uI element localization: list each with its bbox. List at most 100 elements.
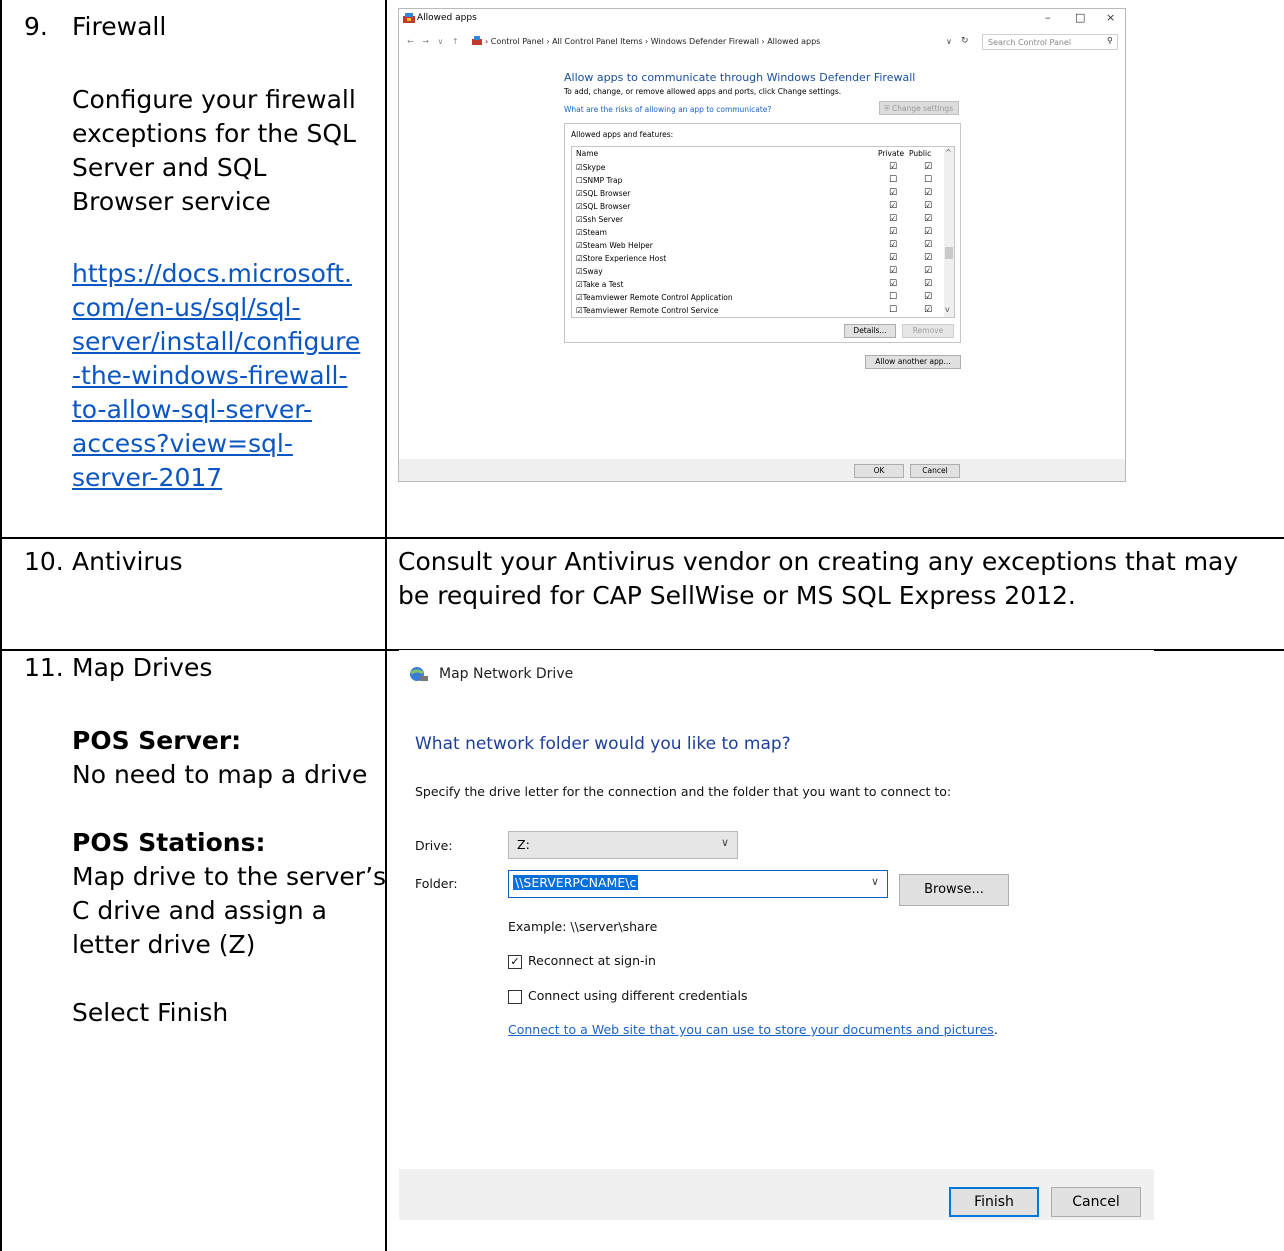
remove-button[interactable]: Remove <box>902 324 954 338</box>
scrollbar[interactable]: ^ v <box>944 147 954 317</box>
app-name[interactable]: ☑Skype <box>576 163 605 172</box>
app-row[interactable]: ☑Ssh Server ☑ ☑ <box>572 214 942 227</box>
change-settings-button[interactable]: ⛨ Change settings <box>879 101 959 115</box>
app-name[interactable]: ☑Steam <box>576 228 607 237</box>
different-credentials-label[interactable]: Connect using different credentials <box>528 988 747 1003</box>
table-border-left <box>0 0 2 1251</box>
public-checkbox[interactable]: ☑ <box>924 214 932 224</box>
public-checkbox[interactable]: ☑ <box>924 292 932 302</box>
link-line[interactable]: server-2017 <box>72 463 222 492</box>
private-checkbox[interactable]: ☑ <box>889 188 897 198</box>
apps-list[interactable]: Name Private Public ☑Skype ☑ ☑ ☐SNMP Trap ☐ ☐… <box>571 146 955 318</box>
private-checkbox[interactable]: ☑ <box>889 227 897 237</box>
link-line[interactable]: -the-windows-firewall- <box>72 361 348 390</box>
app-row[interactable]: ☑Steam ☑ ☑ <box>572 227 942 240</box>
refresh-icon[interactable]: ↻ <box>961 36 969 46</box>
private-checkbox[interactable]: ☑ <box>889 214 897 224</box>
scrollbar-thumb[interactable] <box>945 247 953 259</box>
link-line[interactable]: to-allow-sql-server- <box>72 395 312 424</box>
group-label: Allowed apps and features: <box>571 130 674 139</box>
details-button[interactable]: Details... <box>844 324 896 338</box>
app-row[interactable]: ☑Teamviewer Remote Control Application ☐ ☑ <box>572 292 942 305</box>
app-row[interactable]: ☑Store Experience Host ☑ ☑ <box>572 253 942 266</box>
public-checkbox[interactable]: ☑ <box>924 279 932 289</box>
public-checkbox[interactable]: ☑ <box>924 266 932 276</box>
app-name[interactable]: ☑Sway <box>576 267 603 276</box>
breadcrumb[interactable]: › Control Panel › All Control Panel Item… <box>485 37 820 46</box>
app-row[interactable]: ☐SNMP Trap ☐ ☐ <box>572 175 942 188</box>
private-checkbox[interactable]: ☑ <box>889 201 897 211</box>
public-checkbox[interactable]: ☑ <box>924 240 932 250</box>
cancel-button[interactable]: Cancel <box>1051 1187 1141 1217</box>
app-row[interactable]: ☑Teamviewer Remote Control Service ☐ ☑ <box>572 305 942 317</box>
list-header: Name Private Public <box>572 147 954 160</box>
minimize-button[interactable]: – <box>1045 11 1051 24</box>
different-credentials-checkbox[interactable] <box>508 990 522 1004</box>
app-row[interactable]: ☑Sway ☑ ☑ <box>572 266 942 279</box>
map-drives-instructions: POS Server: No need to map a drive POS S… <box>72 724 386 1030</box>
ok-button[interactable]: OK <box>854 464 904 478</box>
app-row[interactable]: ☑Take a Test ☑ ☑ <box>572 279 942 292</box>
close-button[interactable]: × <box>1106 11 1115 24</box>
maximize-button[interactable]: □ <box>1075 11 1085 24</box>
app-name[interactable]: ☑Teamviewer Remote Control Service <box>576 306 718 315</box>
link-line[interactable]: access?view=sql- <box>72 429 293 458</box>
reconnect-checkbox[interactable]: ✓ <box>508 955 522 969</box>
private-checkbox[interactable]: ☑ <box>889 253 897 263</box>
link-line[interactable]: https://docs.microsoft. <box>72 259 352 288</box>
public-checkbox[interactable]: ☑ <box>924 253 932 263</box>
nav-arrows-icon[interactable]: ← → ∨ ↑ <box>407 37 462 46</box>
reconnect-label[interactable]: Reconnect at sign-in <box>528 953 656 968</box>
app-name[interactable]: ☑SQL Browser <box>576 202 630 211</box>
app-row[interactable]: ☑SQL Browser ☑ ☑ <box>572 188 942 201</box>
private-checkbox[interactable]: ☑ <box>889 266 897 276</box>
folder-input[interactable]: \\SERVERPCNAME\c ∨ <box>508 870 888 898</box>
risk-link[interactable]: What are the risks of allowing an app to… <box>564 105 771 114</box>
chevron-down-icon[interactable]: ∨ <box>946 37 952 46</box>
chevron-down-icon[interactable]: ∨ <box>871 875 879 888</box>
public-checkbox[interactable]: ☑ <box>924 188 932 198</box>
app-row[interactable]: ☑SQL Browser ☑ ☑ <box>572 201 942 214</box>
private-checkbox[interactable]: ☑ <box>889 162 897 172</box>
public-checkbox[interactable]: ☑ <box>924 201 932 211</box>
drive-select[interactable]: Z: ∨ <box>508 831 738 859</box>
app-name[interactable]: ☑Store Experience Host <box>576 254 666 263</box>
document-page: 9. Firewall Configure your firewall excep… <box>0 0 1284 1251</box>
column-header-public[interactable]: Public <box>909 149 931 158</box>
chevron-up-icon[interactable]: ^ <box>945 148 952 157</box>
private-checkbox[interactable]: ☑ <box>889 240 897 250</box>
app-row[interactable]: ☑Steam Web Helper ☑ ☑ <box>572 240 942 253</box>
public-checkbox[interactable]: ☑ <box>924 162 932 172</box>
app-name[interactable]: ☐SNMP Trap <box>576 176 622 185</box>
firewall-docs-link[interactable]: https://docs.microsoft. com/en-us/sql/sq… <box>72 257 360 495</box>
private-checkbox[interactable]: ☐ <box>889 305 897 315</box>
allow-another-app-button[interactable]: Allow another app... <box>865 355 961 369</box>
private-checkbox[interactable]: ☑ <box>889 279 897 289</box>
public-checkbox[interactable]: ☐ <box>924 175 932 185</box>
firewall-shield-icon <box>403 13 415 23</box>
app-row[interactable]: ☑Skype ☑ ☑ <box>572 162 942 175</box>
public-checkbox[interactable]: ☑ <box>924 227 932 237</box>
public-checkbox[interactable]: ☑ <box>924 305 932 315</box>
description-line: Server and SQL <box>72 153 267 182</box>
app-name[interactable]: ☑Take a Test <box>576 280 623 289</box>
search-icon[interactable]: ⚲ <box>1107 36 1113 45</box>
column-header-name[interactable]: Name <box>576 149 598 158</box>
app-name[interactable]: ☑Steam Web Helper <box>576 241 653 250</box>
link-line[interactable]: com/en-us/sql/sql- <box>72 293 300 322</box>
chevron-down-icon[interactable]: v <box>945 305 950 314</box>
browse-button[interactable]: Browse... <box>899 874 1009 906</box>
column-header-private[interactable]: Private <box>878 149 904 158</box>
app-name[interactable]: ☑Teamviewer Remote Control Application <box>576 293 733 302</box>
web-site-link[interactable]: Connect to a Web site that you can use t… <box>508 1022 998 1037</box>
link-line[interactable]: server/install/configure <box>72 327 360 356</box>
app-name[interactable]: ☑SQL Browser <box>576 189 630 198</box>
finish-button[interactable]: Finish <box>949 1187 1039 1217</box>
app-name[interactable]: ☑Ssh Server <box>576 215 623 224</box>
cancel-button[interactable]: Cancel <box>910 464 960 478</box>
search-input[interactable]: Search Control Panel <box>982 34 1118 50</box>
private-checkbox[interactable]: ☐ <box>889 175 897 185</box>
private-checkbox[interactable]: ☐ <box>889 292 897 302</box>
web-site-link-text[interactable]: Connect to a Web site that you can use t… <box>508 1022 994 1037</box>
map-network-drive-window: Map Network Drive What network folder wo… <box>399 650 1154 1220</box>
